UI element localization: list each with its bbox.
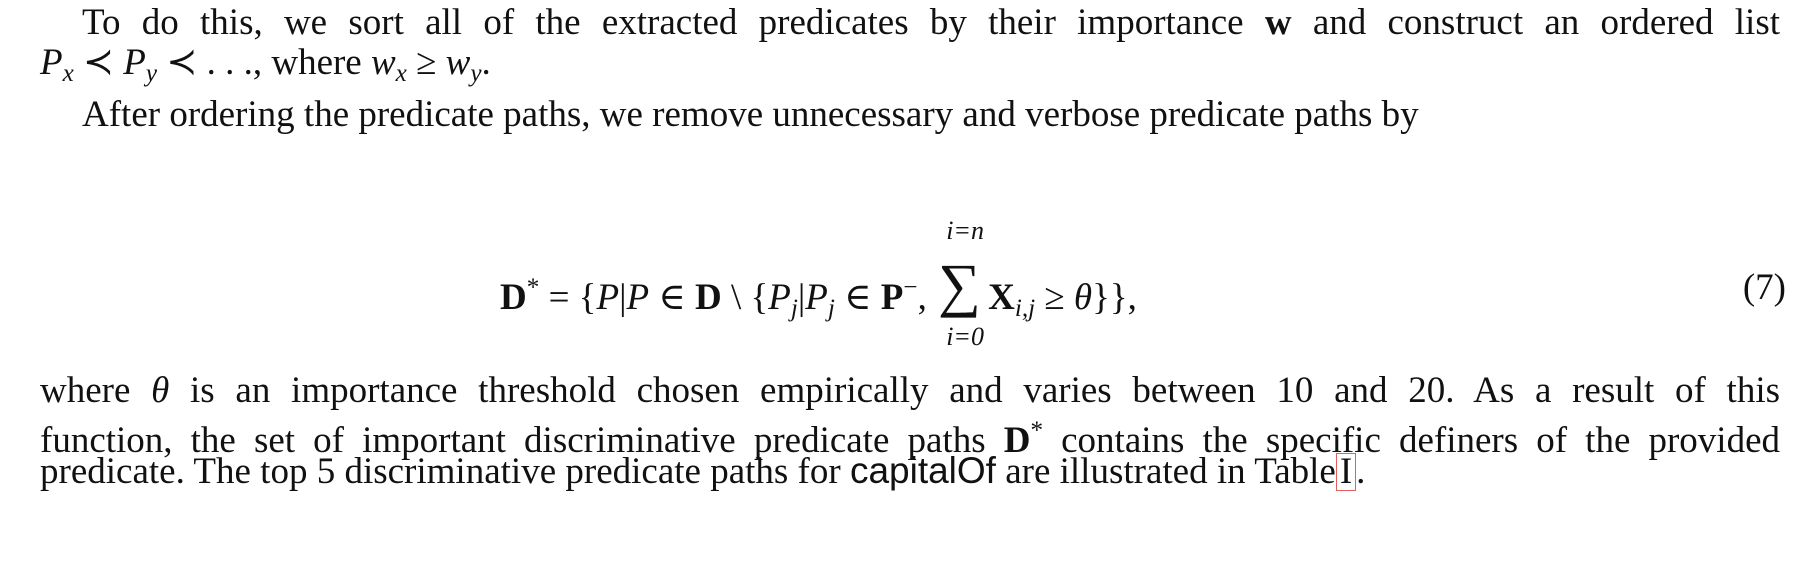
paragraph-2-line-1: After ordering the predicate paths, we r… [82,94,1419,135]
predicate-capitalof: capitalOf [849,450,996,491]
paragraph-3-line-3: predicate. The top 5 discriminative pred… [40,448,1780,495]
summation-lower-limit: i=0 [946,322,984,351]
importance-weight-vector: w [1264,2,1292,43]
weight-condition-math: wx ≥ wy. [370,42,491,88]
threshold-theta: θ [151,370,170,411]
ordered-list-math: Px ≺ Py ≺ . . . [40,42,253,88]
table-reference-link[interactable]: I [1335,453,1357,491]
paragraph-1-line-2: Px ≺ Py ≺ . . ., where wx ≥ wy. [40,40,1780,97]
paragraph-1-text-c: , where [252,42,362,83]
equation-number: (7) [1742,267,1786,308]
summation-upper-limit: i=n [946,216,984,245]
paragraph-3-period: . [1356,451,1366,492]
paragraph-1-text-a: To do this, we sort all of the extracted… [82,2,1244,43]
paragraph-3-text-b: is an importance threshold chosen empiri… [190,370,1781,411]
paragraph-1-text-b: and construct an ordered list [1312,2,1781,43]
paper-page: To do this, we sort all of the extracted… [0,0,1818,574]
paragraph-3-text-a: where [40,370,131,411]
equation-body: D* = {P|P ∈ D \ {Pj|Pj ∈ P−, i=n ∑ i=0 X… [500,216,1137,351]
paragraph-3-text-e: predicate. The top 5 discriminative pred… [40,451,841,492]
summation-operator: i=n ∑ i=0 [936,217,988,351]
paragraph-3-text-f: are illustrated in Table [1005,451,1336,492]
